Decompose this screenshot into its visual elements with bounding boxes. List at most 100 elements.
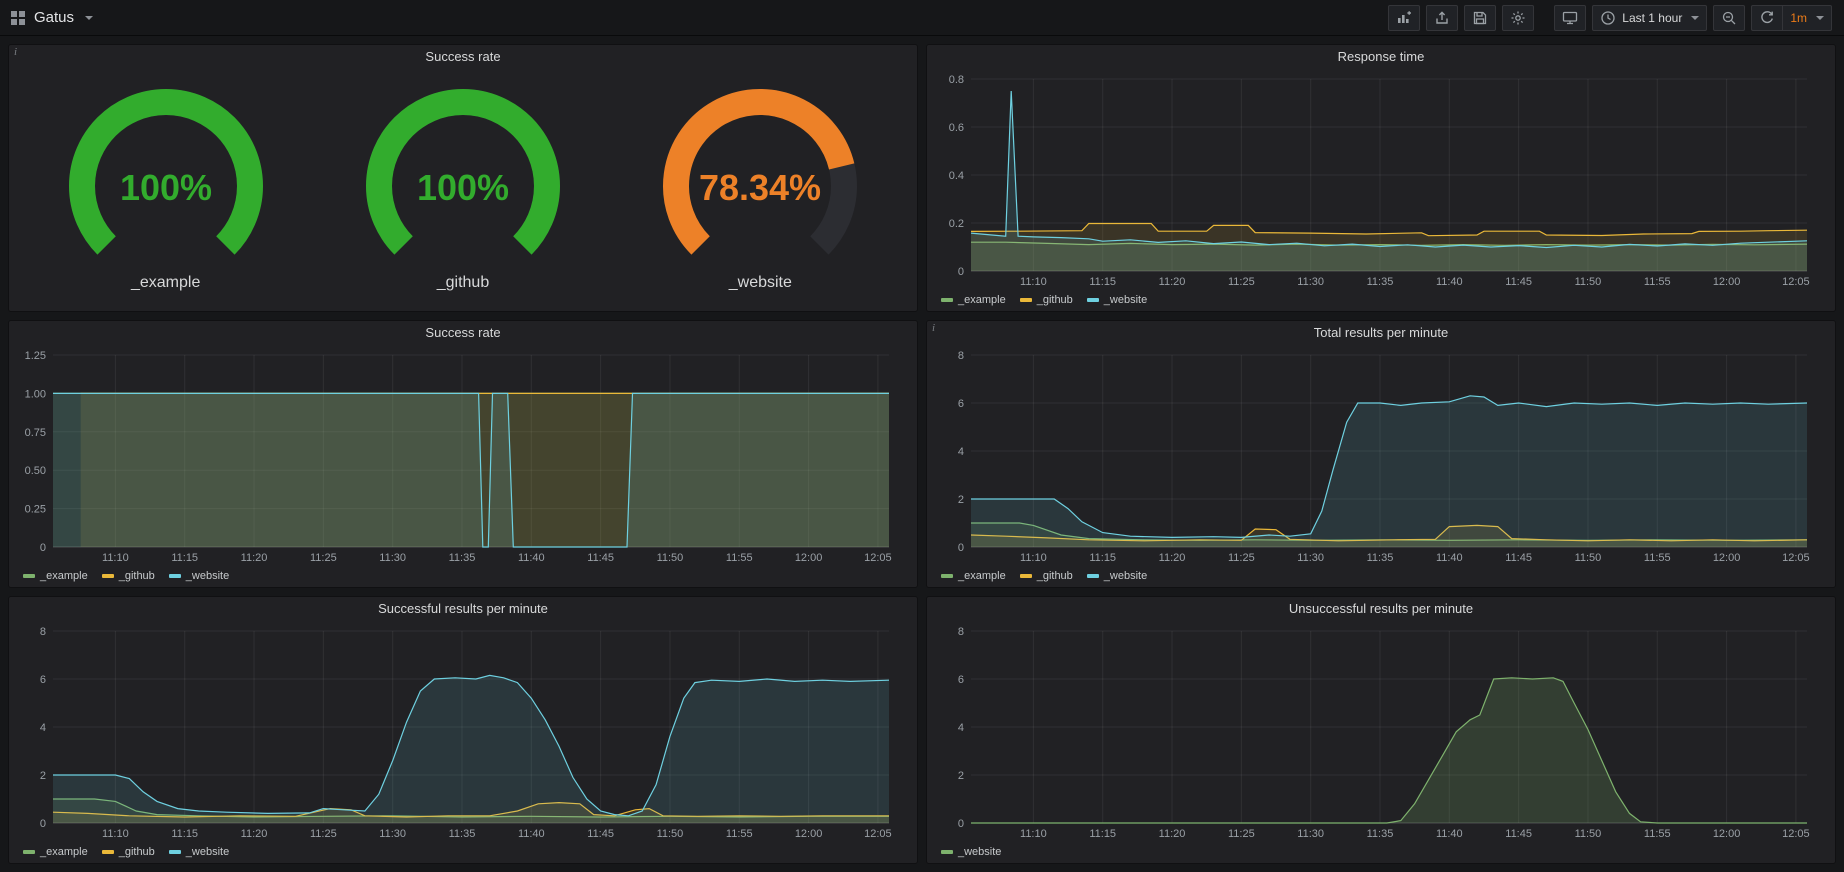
panel-title[interactable]: Unsuccessful results per minute — [927, 597, 1835, 621]
svg-text:11:20: 11:20 — [241, 552, 268, 564]
svg-text:12:05: 12:05 — [1782, 276, 1810, 288]
gauge-arc-svg: 100% — [343, 86, 583, 274]
save-button[interactable] — [1464, 5, 1496, 31]
legend-swatch — [169, 574, 181, 578]
svg-text:11:15: 11:15 — [1089, 552, 1116, 564]
svg-text:11:40: 11:40 — [1436, 552, 1463, 564]
legend-series-name: _github — [1037, 294, 1073, 306]
chevron-down-icon[interactable] — [85, 16, 93, 20]
legend-item-example[interactable]: _example — [23, 846, 88, 858]
navbar-actions: Last 1 hour 1m — [1388, 5, 1832, 31]
gauge-example: 100%_example — [46, 86, 286, 292]
legend-swatch — [1020, 574, 1032, 578]
legend-series-name: _github — [119, 846, 155, 858]
svg-text:0.4: 0.4 — [949, 170, 964, 182]
panel-info-icon[interactable]: i — [932, 322, 935, 334]
legend-swatch — [1087, 298, 1099, 302]
monitor-icon — [1562, 10, 1578, 26]
legend-item-website[interactable]: _website — [169, 846, 229, 858]
chevron-down-icon — [1816, 16, 1824, 20]
legend-item-website[interactable]: _website — [1087, 570, 1147, 582]
svg-text:11:40: 11:40 — [518, 552, 545, 564]
svg-text:11:45: 11:45 — [1505, 552, 1532, 564]
svg-text:1.00: 1.00 — [25, 388, 46, 400]
dashboard-grid-area: i Success rate 100%_example100%_github78… — [0, 36, 1844, 872]
panel-title[interactable]: Response time — [927, 45, 1835, 69]
successful-results-chart-canvas[interactable]: 11:1011:1511:2011:2511:3011:3511:4011:45… — [17, 621, 909, 843]
svg-text:12:05: 12:05 — [864, 552, 892, 564]
svg-text:11:45: 11:45 — [1505, 276, 1532, 288]
panel-title[interactable]: Total results per minute — [927, 321, 1835, 345]
svg-text:0: 0 — [40, 818, 46, 830]
svg-text:11:30: 11:30 — [379, 828, 406, 840]
legend-item-github[interactable]: _github — [1020, 570, 1073, 582]
legend-series-name: _example — [40, 846, 88, 858]
legend-series-name: _website — [1104, 570, 1147, 582]
unsuccessful-results-chart-canvas[interactable]: 11:1011:1511:2011:2511:3011:3511:4011:45… — [935, 621, 1827, 843]
svg-text:11:25: 11:25 — [310, 552, 337, 564]
refresh-interval-button[interactable]: 1m — [1782, 5, 1832, 31]
legend-item-github[interactable]: _github — [1020, 294, 1073, 306]
svg-text:11:35: 11:35 — [1367, 828, 1394, 840]
svg-text:0.8: 0.8 — [949, 74, 964, 86]
legend-item-website[interactable]: _website — [169, 570, 229, 582]
svg-text:11:35: 11:35 — [449, 828, 476, 840]
svg-text:2: 2 — [958, 494, 964, 506]
legend-item-website[interactable]: _website — [941, 846, 1001, 858]
share-icon — [1434, 10, 1450, 26]
refresh-group: 1m — [1751, 5, 1832, 31]
cycle-view-button[interactable] — [1554, 5, 1586, 31]
legend-item-example[interactable]: _example — [941, 570, 1006, 582]
gear-icon — [1510, 10, 1526, 26]
legend-item-github[interactable]: _github — [102, 846, 155, 858]
svg-text:11:50: 11:50 — [1575, 828, 1602, 840]
svg-text:2: 2 — [40, 770, 46, 782]
svg-text:11:50: 11:50 — [657, 828, 684, 840]
svg-text:2: 2 — [958, 770, 964, 782]
legend-series-name: _github — [119, 570, 155, 582]
svg-text:6: 6 — [40, 674, 46, 686]
legend-item-example[interactable]: _example — [941, 294, 1006, 306]
panel-body: 11:1011:1511:2011:2511:3011:3511:4011:45… — [9, 345, 917, 587]
legend-swatch — [23, 850, 35, 854]
legend-swatch — [102, 574, 114, 578]
gauge-label: _example — [131, 274, 200, 292]
legend-item-example[interactable]: _example — [23, 570, 88, 582]
gauge-github: 100%_github — [343, 86, 583, 292]
legend-item-github[interactable]: _github — [102, 570, 155, 582]
panel-response-time: Response time 11:1011:1511:2011:2511:301… — [926, 44, 1836, 312]
svg-text:12:05: 12:05 — [1782, 828, 1810, 840]
share-button[interactable] — [1426, 5, 1458, 31]
legend-item-website[interactable]: _website — [1087, 294, 1147, 306]
svg-text:11:35: 11:35 — [449, 552, 476, 564]
svg-text:11:25: 11:25 — [1228, 828, 1255, 840]
svg-text:11:30: 11:30 — [1297, 828, 1324, 840]
gauge-label: _github — [437, 274, 490, 292]
svg-text:11:35: 11:35 — [1367, 276, 1394, 288]
total-results-chart-canvas[interactable]: 11:1011:1511:2011:2511:3011:3511:4011:45… — [935, 345, 1827, 567]
dashboard-grid-icon[interactable] — [10, 10, 26, 26]
svg-text:11:15: 11:15 — [1089, 828, 1116, 840]
time-range-button[interactable]: Last 1 hour — [1592, 5, 1707, 31]
settings-button[interactable] — [1502, 5, 1534, 31]
response-time-chart-canvas[interactable]: 11:1011:1511:2011:2511:3011:3511:4011:45… — [935, 69, 1827, 291]
svg-text:11:40: 11:40 — [1436, 276, 1463, 288]
svg-text:11:25: 11:25 — [1228, 552, 1255, 564]
chart-legend: _example _github _website — [17, 567, 909, 585]
svg-text:11:55: 11:55 — [1644, 552, 1671, 564]
panel-body: 100%_example100%_github78.34%_website — [9, 69, 917, 311]
svg-text:11:55: 11:55 — [726, 828, 753, 840]
legend-series-name: _example — [40, 570, 88, 582]
dashboard-title[interactable]: Gatus — [34, 9, 74, 26]
add-panel-button[interactable] — [1388, 5, 1420, 31]
panel-title[interactable]: Success rate — [9, 45, 917, 69]
svg-text:8: 8 — [40, 626, 46, 638]
legend-series-name: _website — [1104, 294, 1147, 306]
refresh-button[interactable] — [1751, 5, 1782, 31]
svg-text:11:15: 11:15 — [1089, 276, 1116, 288]
panel-title[interactable]: Success rate — [9, 321, 917, 345]
success-rate-chart-canvas[interactable]: 11:1011:1511:2011:2511:3011:3511:4011:45… — [17, 345, 909, 567]
panel-title[interactable]: Successful results per minute — [9, 597, 917, 621]
zoom-out-button[interactable] — [1713, 5, 1745, 31]
panel-info-icon[interactable]: i — [14, 46, 17, 58]
